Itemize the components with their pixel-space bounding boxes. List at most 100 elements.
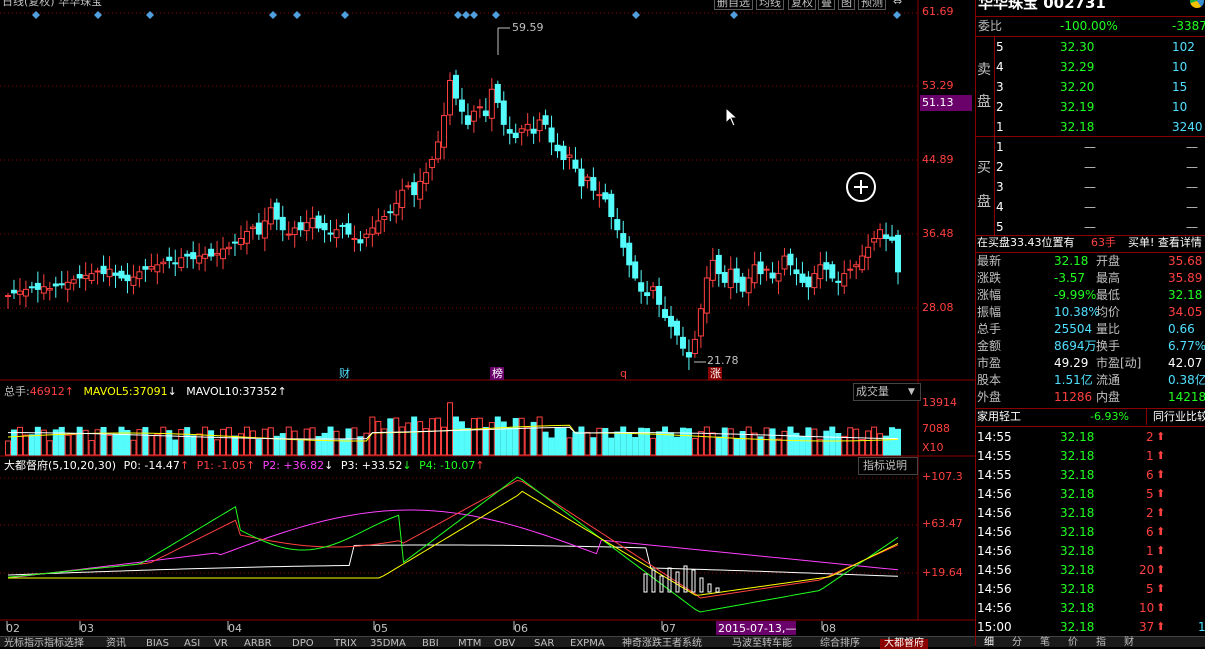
volume-bar — [668, 432, 675, 456]
weibi-row: 委比 -100.00% -3387 — [976, 17, 1205, 35]
indicator-tab[interactable]: EXPMA — [570, 639, 605, 649]
expand-icon[interactable]: ⇔ — [893, 0, 902, 8]
candle-body — [172, 262, 179, 265]
indicator-tab[interactable]: 神奇涨跌王者系统 — [622, 639, 702, 649]
candle-body — [673, 320, 680, 336]
toolbar-button[interactable]: 预测 — [858, 0, 886, 10]
trade-time: 14:56 — [977, 544, 1012, 558]
volume-bar — [512, 418, 519, 456]
indicator-tab[interactable]: 马波至转车能 — [732, 639, 792, 649]
toolbar-button[interactable]: 叠 — [818, 0, 835, 10]
toolbar-button[interactable]: 均线 — [756, 0, 784, 10]
sell-order-row[interactable]: 5 32.30 102 — [976, 38, 1205, 56]
price-axis-label: 44.89 — [922, 153, 954, 166]
volume-bar — [476, 417, 483, 456]
quote-panel-tab[interactable]: 财 — [1124, 638, 1134, 648]
indicator-tab[interactable]: BBI — [422, 639, 439, 649]
stat-label: 涨跌 — [977, 271, 1002, 285]
candle-body — [345, 223, 352, 235]
order-volume: — — [1186, 140, 1198, 154]
order-volume: — — [1186, 200, 1198, 214]
volume-bar — [620, 426, 627, 456]
volume-bar — [548, 437, 555, 456]
volume-bar — [429, 418, 436, 456]
indicator-tab[interactable]: OBV — [494, 639, 515, 649]
buy-order-row[interactable]: 4 — — — [976, 198, 1205, 216]
candle-body — [351, 237, 358, 240]
chart-area[interactable]: 日线(复权) 华华珠宝 删自选 均线 复权叠图预测 ⇔ 61.69 53.29 51.… — [0, 0, 975, 649]
candle-body — [184, 253, 191, 257]
volume-bar — [542, 431, 549, 456]
indicator-tab[interactable]: ARBR — [244, 639, 272, 649]
candle-body — [297, 222, 304, 231]
order-level: 5 — [996, 40, 1004, 54]
candle-body — [524, 123, 531, 131]
indicator-tab[interactable]: TRIX — [334, 639, 357, 649]
candle-body — [799, 273, 806, 283]
toolbar-button[interactable]: 复权 — [788, 0, 816, 10]
event-marker[interactable]: q — [620, 368, 627, 380]
indicator-tab[interactable]: BIAS — [146, 639, 169, 649]
sell-order-row[interactable]: 3 32.20 15 — [976, 78, 1205, 96]
indicator-tab[interactable]: 光标指示 — [4, 639, 44, 649]
toolbar-button[interactable]: 图 — [838, 0, 855, 10]
industry-compare-button[interactable]: 同行业比较 — [1146, 409, 1205, 425]
volume-bar — [178, 428, 185, 456]
indicator-tab[interactable]: SAR — [534, 639, 554, 649]
buy-order-row[interactable]: 1 — — — [976, 138, 1205, 156]
quote-panel-tab[interactable]: 指 — [1096, 638, 1106, 648]
quote-panel-tab[interactable]: 细 — [984, 638, 994, 648]
candle-body — [16, 290, 23, 295]
event-diamond-icon — [730, 11, 738, 19]
candle-body — [40, 286, 47, 294]
quote-panel-tab[interactable]: 笔 — [1040, 638, 1050, 648]
indicator-tab[interactable]: VR — [214, 639, 228, 649]
volume-bar — [769, 428, 776, 456]
event-marker[interactable]: 财 — [339, 368, 350, 380]
volume-indicator-dropdown[interactable]: 成交量 ▼ — [853, 383, 921, 401]
indicator-tab[interactable]: 35DMA — [370, 639, 406, 649]
candle-body — [387, 211, 394, 214]
event-marker[interactable]: 涨 — [710, 368, 721, 380]
quote-stat-row: 市盈 49.29 市盈[动] 42.07 — [976, 355, 1205, 372]
stat-label: 开盘 — [1096, 254, 1121, 268]
sell-order-row[interactable]: 4 32.29 10 — [976, 58, 1205, 76]
volume-bar — [715, 436, 722, 456]
candle-body — [10, 289, 17, 294]
order-price: — — [1084, 160, 1096, 174]
sell-order-row[interactable]: 2 32.19 10 — [976, 98, 1205, 116]
candle-body — [715, 254, 722, 275]
volume-bar — [488, 422, 495, 456]
quote-panel-tab[interactable]: 分 — [1012, 638, 1022, 648]
indicator-tab[interactable]: 综合排序 — [820, 639, 860, 649]
candle-body — [64, 281, 71, 290]
indicator-tab[interactable]: DPO — [292, 639, 314, 649]
indicator-tab[interactable]: MTM — [458, 639, 481, 649]
volume-bar — [536, 416, 543, 456]
candle-body — [58, 283, 65, 286]
buy-order-row[interactable]: 2 — — — [976, 158, 1205, 176]
volume-bar — [202, 426, 209, 456]
candle-body — [554, 144, 561, 152]
volume-bar — [781, 430, 788, 456]
buy-order-row[interactable]: 3 — — — [976, 178, 1205, 196]
indicator-tab[interactable]: 资讯 — [106, 639, 126, 649]
volume-bar — [578, 426, 585, 456]
indicator-line-p1 — [7, 479, 899, 599]
quote-panel-tab[interactable]: 价 — [1068, 638, 1078, 648]
candle-body — [255, 222, 262, 235]
candle-body — [231, 241, 238, 244]
event-marker[interactable]: 榜 — [492, 368, 503, 380]
position-alert-row[interactable]: 在买盘33.43位置有 63手 买单! 查看详情 — [976, 234, 1205, 252]
candle-body — [584, 176, 591, 182]
sell-order-row[interactable]: 1 32.18 3240 — [976, 118, 1205, 136]
indicator-tab[interactable]: ASI — [184, 639, 200, 649]
indicator-tab[interactable]: 指标选择 — [44, 639, 84, 649]
kline-chart-svg[interactable] — [0, 0, 975, 646]
indicator-tab[interactable]: 大都督府 — [880, 639, 928, 649]
trade-time: 14:56 — [977, 563, 1012, 577]
toolbar-button[interactable]: 删自选 — [714, 0, 753, 10]
position-alert-link[interactable]: 买单! 查看详情 — [1128, 234, 1202, 252]
candle-body — [369, 227, 376, 235]
indicator-help-button[interactable]: 指标说明 — [858, 457, 918, 475]
